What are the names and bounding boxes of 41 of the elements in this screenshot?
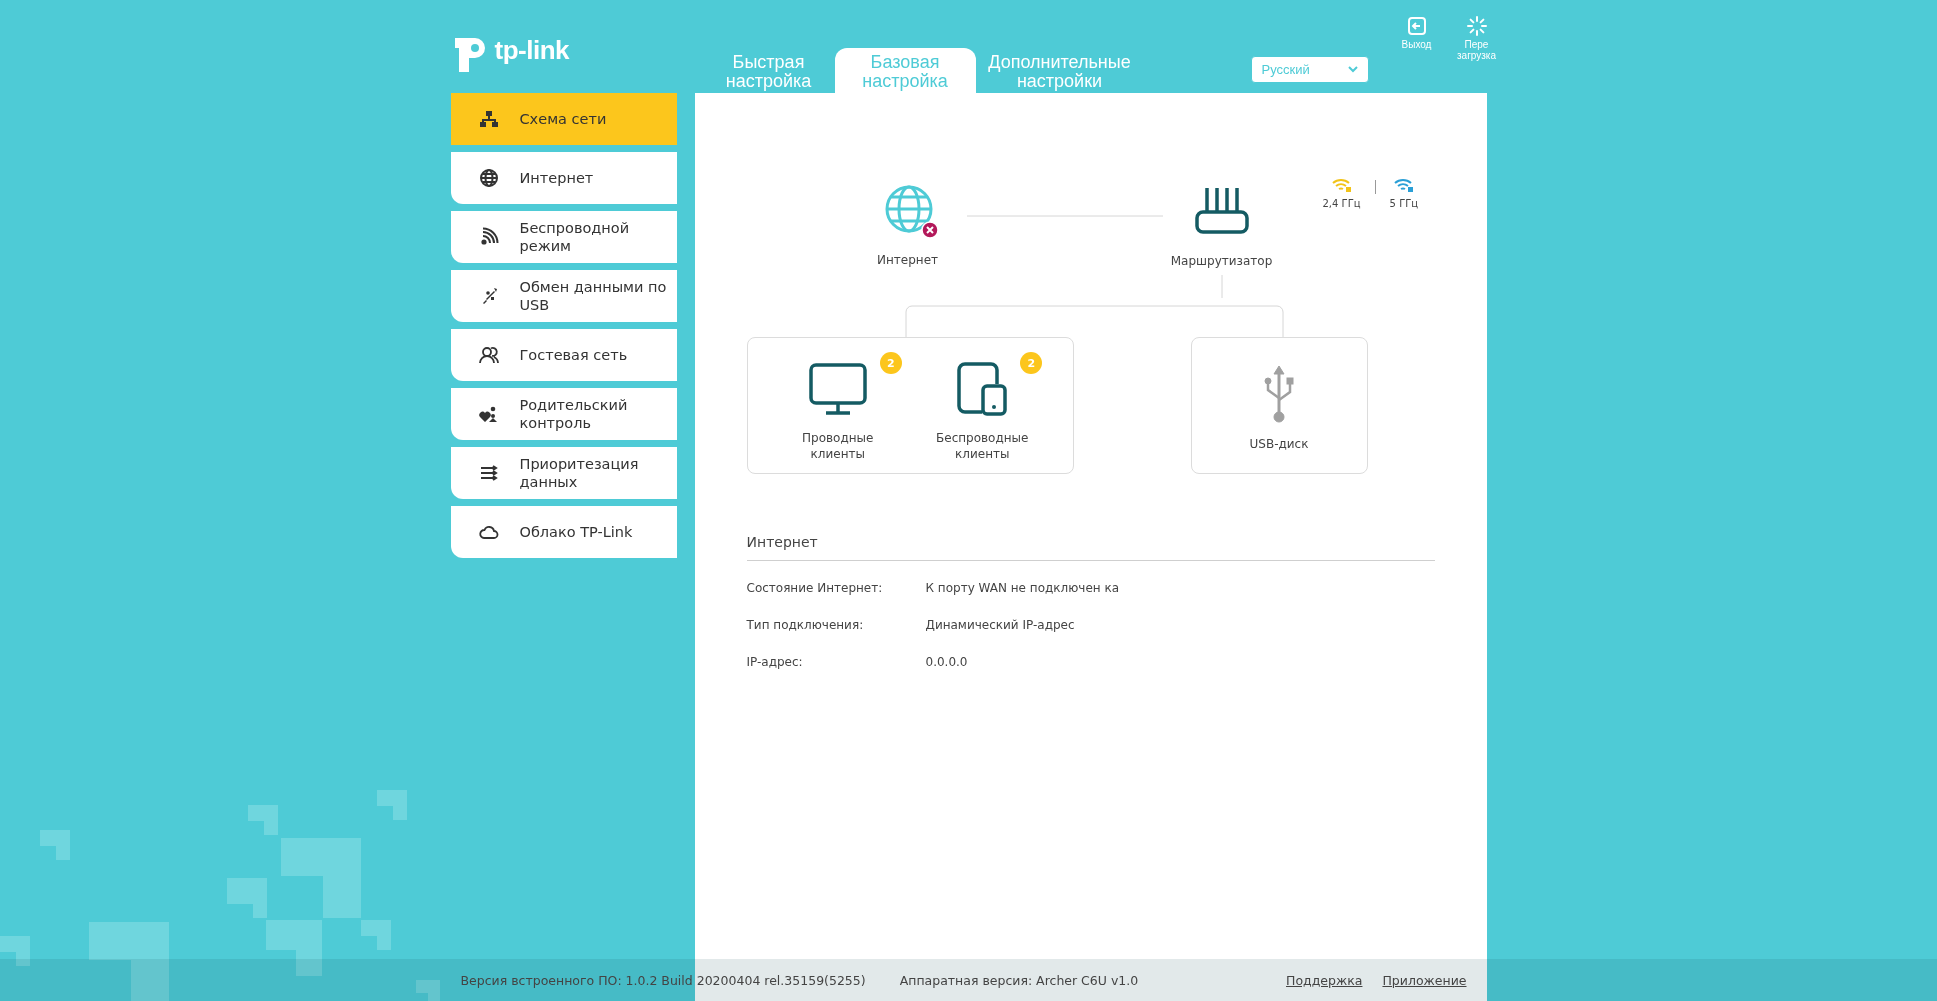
sidebar-item[interactable]: Облако TP-Link [450,506,677,558]
sidebar-item[interactable]: Обмен данными по USB [450,270,677,322]
hardware-version: Аппаратная версия: Archer C6U v1.0 [899,972,1139,988]
globe-icon [478,168,499,188]
node-label: USB-диск [1248,436,1310,452]
signal-icon [478,227,499,247]
sidebar-item[interactable]: Схема сети [450,93,677,145]
band-label: 2,4 ГГц [1322,198,1361,209]
node-label: Беспроводные клиенты [935,430,1030,462]
count-badge: 2 [1020,352,1043,374]
field-value: К порту WAN не подключен ка [925,581,1120,597]
devices-icon [956,362,1009,416]
node-label: Проводные клиенты [801,430,875,462]
field-label: Тип подключения: [746,618,865,634]
field-value: Динамический IP-адрес [925,618,1075,634]
sidebar-item[interactable]: Приоритезация данных [450,447,677,499]
node-label: Маршрутизатор [1170,254,1273,268]
firmware-version: Версия встроенного ПО: 1.0.2 Build 20200404 rel.35159(5255) [460,972,866,988]
footer-link[interactable]: Приложение [1382,972,1467,988]
sidebar-item[interactable]: Беспроводной режим [450,211,677,263]
sidebar-item[interactable]: Родительский контроль [450,388,677,440]
footer-link[interactable]: Поддержка [1286,972,1363,988]
sidebar-item[interactable]: Гостевая сеть [450,329,677,381]
sidebar-item[interactable]: Интернет [450,152,677,204]
users-icon [478,345,499,365]
section-title: Интернет [746,534,1435,561]
logout-icon [1406,16,1427,36]
field-value: 0.0.0.0 [925,655,968,671]
band-label: 5 ГГц [1389,198,1419,209]
node-label: Интернет [877,253,938,267]
monitor-icon [807,362,868,416]
logo-text: tp-link [494,34,569,66]
field-label: IP-адрес: [746,655,804,671]
arrows-icon [478,463,499,483]
network-icon [478,109,499,129]
chevron-icon [1347,66,1358,73]
count-badge: 2 [879,352,902,374]
family-icon [478,404,499,424]
router-icon [1193,186,1250,236]
field-label: Состояние Интернет: [746,581,884,597]
spinner-icon [1466,16,1487,36]
